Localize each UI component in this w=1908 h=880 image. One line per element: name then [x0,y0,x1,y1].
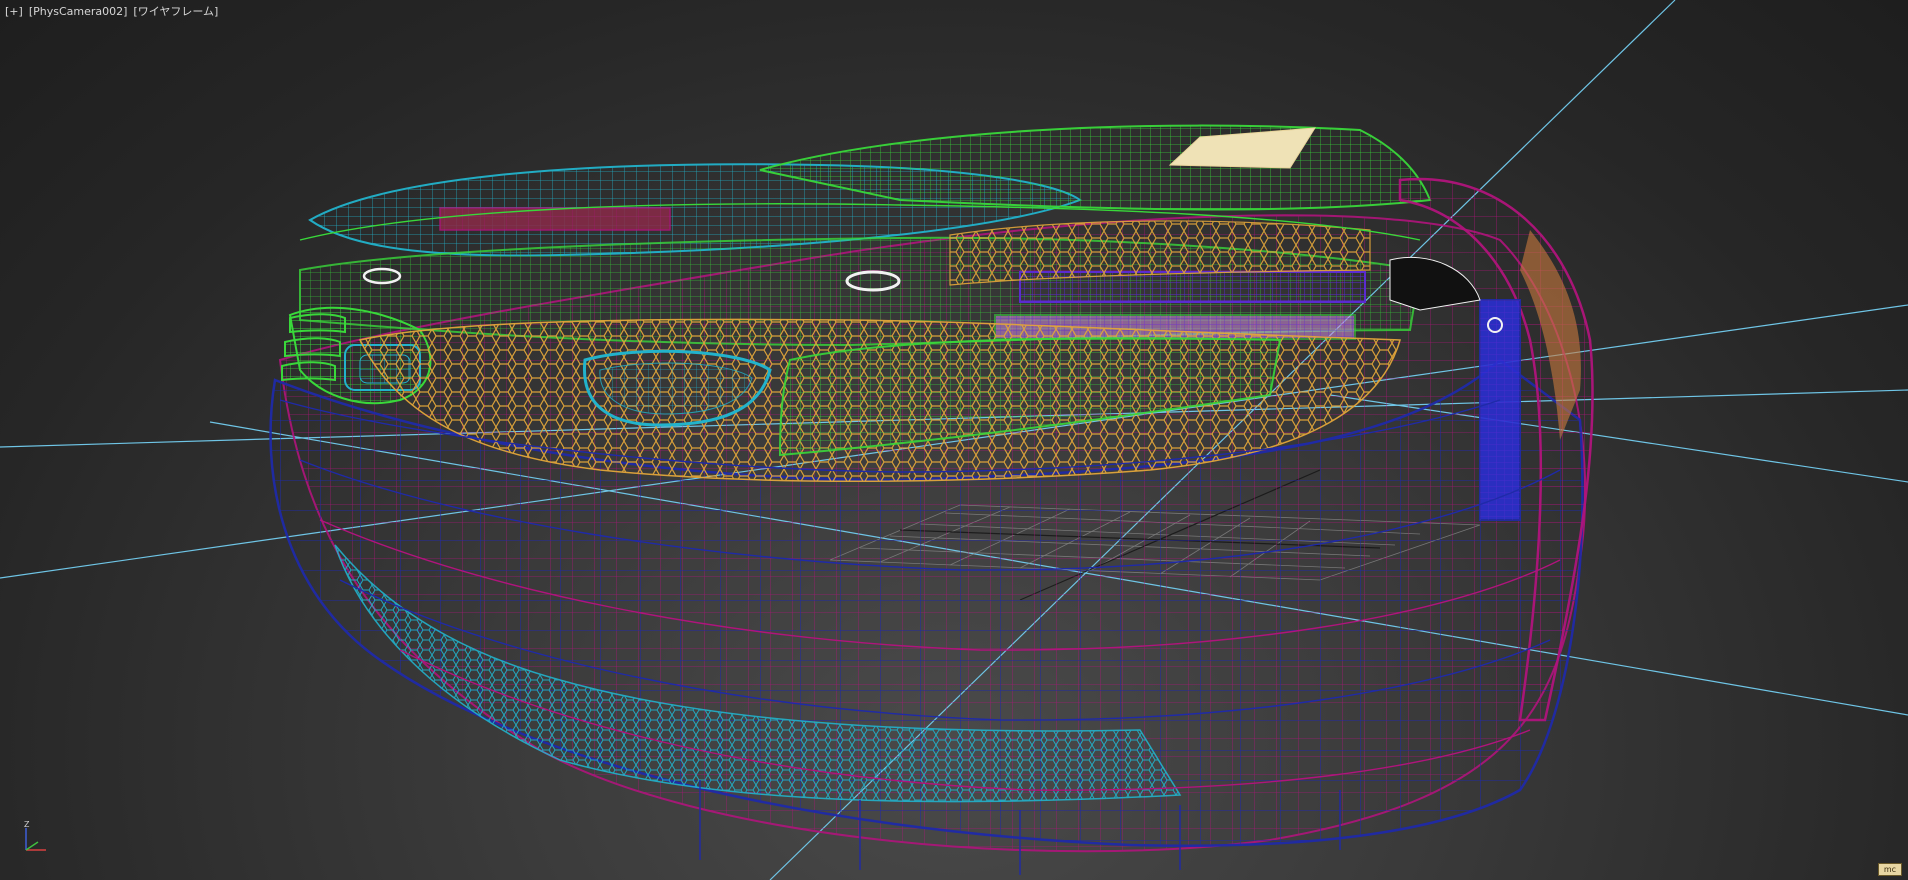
viewport-badge: mc [1878,863,1902,876]
left-side-intake-fins [281,313,346,382]
viewport-shading-mode-label[interactable]: [ワイヤフレーム] [133,4,218,20]
viewport-camera-label[interactable]: [PhysCamera002] [29,4,128,20]
car-wireframe-model[interactable] [269,124,1594,875]
axis-tripod-icon [25,828,46,851]
viewport-3d-canvas[interactable]: Z [0,0,1908,880]
viewport-label: [+] [PhysCamera002] [ワイヤフレーム] [5,4,218,20]
axis-z-label: Z [24,820,30,829]
viewport-menu-button[interactable]: [+] [5,4,23,20]
